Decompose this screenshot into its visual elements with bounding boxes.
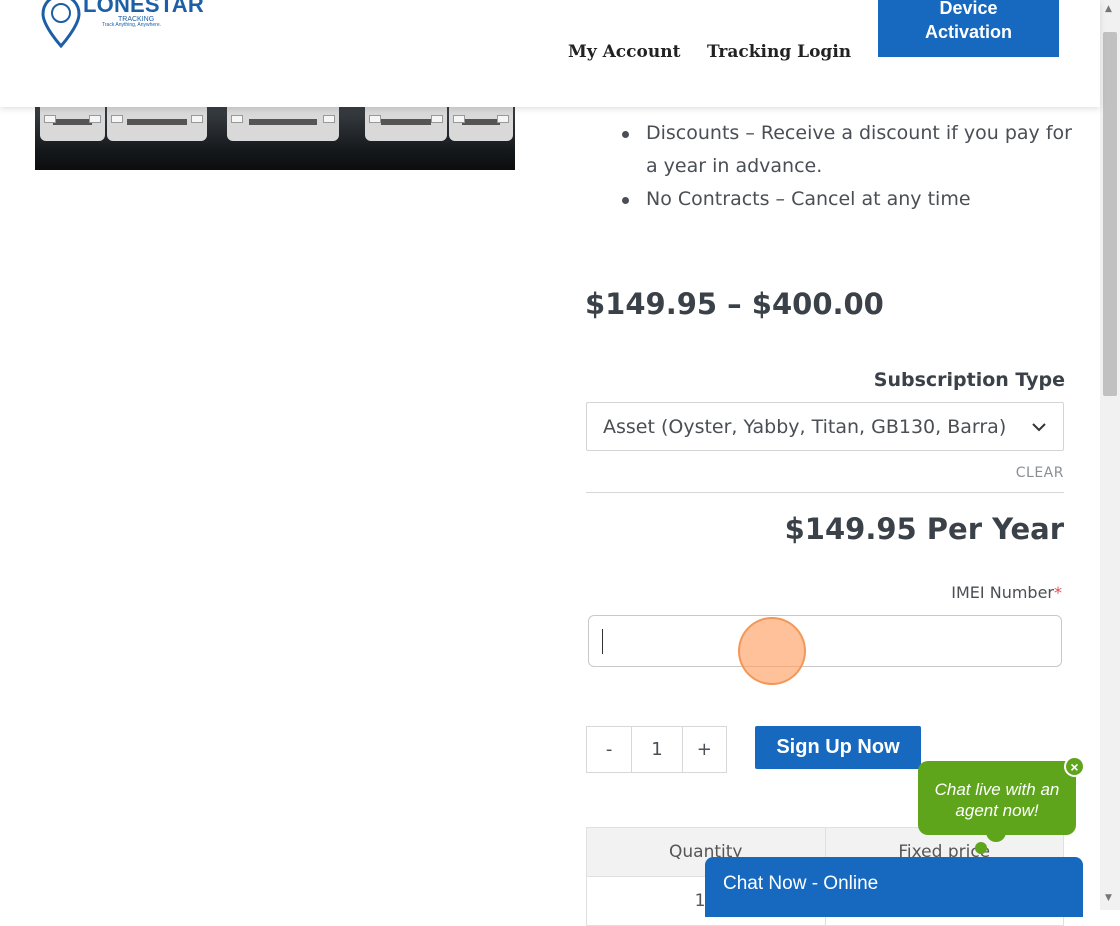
scrollbar-thumb[interactable] — [1103, 32, 1117, 396]
device-activation-button[interactable]: Device Activation — [878, 0, 1059, 57]
chat-close-icon[interactable]: × — [1064, 756, 1085, 777]
quantity-input[interactable]: 1 — [632, 727, 683, 772]
divider — [586, 492, 1064, 493]
text-cursor — [602, 629, 603, 654]
price-range: $149.95 – $400.00 — [585, 287, 884, 321]
subscription-type-label: Subscription Type — [873, 369, 1065, 391]
variation-price: $149.95 Per Year — [784, 512, 1064, 546]
chat-invite-bubble[interactable]: Chat live with an agent now! — [918, 761, 1076, 835]
chat-bubble-dot — [975, 842, 987, 854]
sign-up-now-button[interactable]: Sign Up Now — [755, 726, 921, 769]
nav-tracking-login[interactable]: Tracking Login — [707, 42, 851, 62]
click-indicator — [738, 617, 806, 685]
imei-label: IMEI Number* — [951, 583, 1062, 602]
location-pin-icon — [41, 0, 81, 48]
subscription-selected-value: Asset (Oyster, Yabby, Titan, GB130, Barr… — [603, 416, 1007, 438]
quantity-decrease-button[interactable]: - — [587, 727, 633, 772]
nav-my-account[interactable]: My Account — [568, 42, 680, 62]
imei-input[interactable] — [588, 615, 1062, 667]
site-logo[interactable]: LONESTAR TRACKING Track Anything, Anywhe… — [40, 0, 204, 50]
feature-item: Discounts – Receive a discount if you pa… — [622, 117, 1072, 183]
clear-link[interactable]: CLEAR — [1016, 465, 1064, 481]
truck-shape — [365, 107, 447, 141]
truck-shape — [449, 107, 513, 141]
quantity-increase-button[interactable]: + — [683, 727, 726, 772]
device-activation-line1: Device — [939, 0, 998, 18]
truck-shape — [227, 107, 339, 141]
logo-tagline: Track Anything, Anywhere. — [102, 22, 162, 28]
scroll-up-icon[interactable]: ▲ — [1105, 4, 1112, 14]
quantity-stepper: - 1 + — [586, 726, 727, 773]
chat-now-bar[interactable]: Chat Now - Online — [705, 857, 1083, 917]
site-header: LONESTAR TRACKING Track Anything, Anywhe… — [0, 0, 1100, 107]
imei-label-text: IMEI Number — [951, 583, 1054, 602]
subscription-type-select[interactable]: Asset (Oyster, Yabby, Titan, GB130, Barr… — [586, 402, 1064, 451]
feature-list: Discounts – Receive a discount if you pa… — [622, 117, 1072, 216]
scroll-down-icon[interactable]: ▼ — [1105, 893, 1112, 903]
chevron-down-icon — [1032, 423, 1046, 432]
device-activation-line2: Activation — [924, 22, 1012, 42]
feature-item: No Contracts – Cancel at any time — [622, 183, 1072, 216]
truck-shape — [40, 107, 105, 141]
required-marker: * — [1054, 583, 1062, 602]
truck-shape — [107, 107, 207, 141]
product-image — [35, 107, 515, 170]
